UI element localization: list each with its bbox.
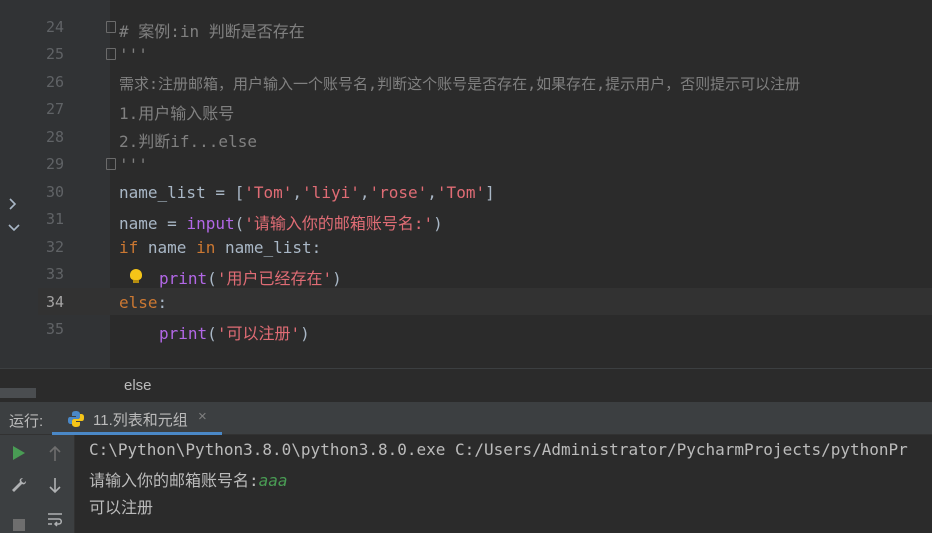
fold-marker-icon[interactable]: [106, 21, 116, 33]
console-prompt: 请输入你的邮箱账号名:: [89, 471, 259, 490]
line-number: 27: [45, 100, 64, 118]
arrow-up-icon[interactable]: [47, 445, 63, 463]
run-icon[interactable]: [11, 445, 27, 461]
close-icon[interactable]: ×: [198, 408, 207, 425]
wrench-icon[interactable]: [10, 476, 28, 494]
line-number: 32: [45, 238, 64, 256]
line-number: 25: [45, 45, 64, 63]
line-number: 33: [45, 265, 64, 283]
line-number: 26: [45, 73, 64, 91]
structure-arrows-icon[interactable]: [6, 195, 26, 265]
stop-icon[interactable]: [12, 518, 26, 532]
line-number: 35: [45, 320, 64, 338]
lightbulb-icon[interactable]: [130, 269, 142, 283]
fold-marker-icon[interactable]: [106, 158, 116, 170]
line-number: 30: [45, 183, 64, 201]
run-tab[interactable]: 11.列表和元组 ×: [52, 402, 222, 435]
soft-wrap-icon[interactable]: [46, 511, 64, 529]
code-line-34: else:: [119, 293, 168, 312]
fold-marker-icon[interactable]: [106, 48, 116, 60]
code-line-30: name_list = ['Tom','liyi','rose','Tom']: [119, 183, 495, 202]
line-number-current: 34: [45, 293, 64, 311]
code-line-24: # 案例:in 判断是否存在: [119, 22, 305, 41]
code-line-31: name = input('请输入你的邮箱账号名:'): [119, 214, 443, 233]
line-number: 29: [45, 155, 64, 173]
run-label: 运行:: [9, 413, 44, 430]
code-line-33: print('用户已经存在'): [159, 269, 342, 288]
current-line-highlight: [38, 288, 932, 315]
run-panel-header: 运行: 11.列表和元组 ×: [0, 402, 932, 435]
line-number: 28: [45, 128, 64, 146]
left-tool-strip: [0, 0, 38, 387]
code-line-35: print('可以注册'): [159, 324, 310, 343]
console-prompt-line: 请输入你的邮箱账号名:aaa: [89, 467, 288, 491]
breadcrumb[interactable]: else: [0, 368, 932, 402]
horizontal-scrollbar[interactable]: [0, 388, 36, 398]
line-number: 31: [45, 210, 64, 228]
code-line-28: 2.判断if...else: [119, 132, 257, 151]
code-line-29: ''': [119, 155, 148, 174]
code-line-27: 1.用户输入账号: [119, 104, 235, 123]
line-number: 24: [45, 18, 64, 36]
code-line-25: ''': [119, 45, 148, 64]
code-line-32: if name in name_list:: [119, 238, 322, 257]
code-line-26: 需求:注册邮箱，用户输入一个账号名,判断这个账号是否存在,如果存在,提示用户，否…: [119, 75, 801, 93]
python-icon: [68, 411, 84, 427]
console-user-input: aaa: [258, 471, 288, 490]
arrow-down-icon[interactable]: [47, 476, 63, 494]
console-command: C:\Python\Python3.8.0\python3.8.0.exe C:…: [89, 440, 908, 459]
breadcrumb-item[interactable]: else: [124, 377, 152, 394]
run-tab-title: 11.列表和元组: [93, 412, 188, 429]
console-output-line: 可以注册: [89, 498, 154, 517]
